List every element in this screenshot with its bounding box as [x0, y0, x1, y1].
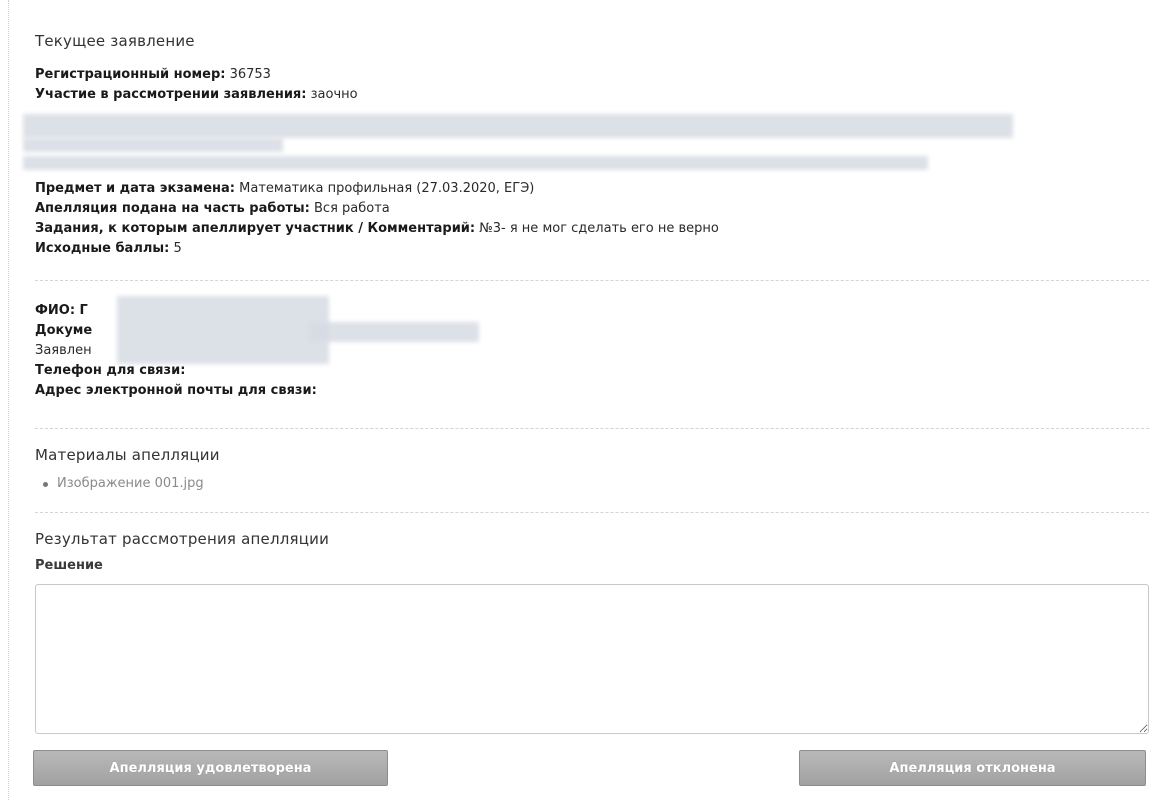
appeal-reject-button[interactable]: Апелляция отклонена — [799, 750, 1146, 786]
result-title: Результат рассмотрения апелляции — [35, 530, 330, 548]
participant-fio: ФИО: Г — [35, 302, 88, 319]
participation-mode-label: Участие в рассмотрении заявления: — [35, 87, 307, 102]
attachment-link[interactable]: Изображение 001.jpg — [57, 476, 204, 491]
exam-subject-date: Предмет и дата экзамена: Математика проф… — [35, 180, 534, 197]
initial-score-label: Исходные баллы: — [35, 241, 170, 256]
registration-number: Регистрационный номер: 36753 — [35, 66, 271, 83]
materials-title: Материалы апелляции — [35, 446, 220, 464]
contact-email: Адрес электронной почты для связи: — [35, 382, 317, 399]
appeal-scope: Апелляция подана на часть работы: Вся ра… — [35, 200, 390, 217]
exam-subject-date-value: Математика профильная (27.03.2020, ЕГЭ) — [235, 181, 535, 196]
section-divider — [35, 512, 1149, 513]
participant-fio-label: ФИО: Г — [35, 303, 88, 318]
participation-mode: Участие в рассмотрении заявления: заочно — [35, 86, 358, 103]
current-application-title: Текущее заявление — [35, 32, 195, 50]
appeal-tasks-comment-value: №3- я не мог сделать его не верно — [475, 221, 719, 236]
decision-textarea[interactable] — [35, 584, 1149, 734]
redacted-block — [23, 114, 1013, 138]
appeal-scope-label: Апелляция подана на часть работы: — [35, 201, 310, 216]
list-item: Изображение 001.jpg — [35, 476, 204, 491]
registration-number-value: 36753 — [225, 67, 271, 82]
contact-phone: Телефон для связи: — [35, 362, 185, 379]
exam-subject-date-label: Предмет и дата экзамена: — [35, 181, 235, 196]
initial-score-value: 5 — [169, 241, 182, 256]
participant-statement: Заявлен — [35, 342, 92, 359]
contact-email-label: Адрес электронной почты для связи: — [35, 383, 317, 398]
redacted-block — [309, 322, 479, 342]
initial-score: Исходные баллы: 5 — [35, 240, 182, 257]
redacted-block — [117, 296, 329, 364]
participation-mode-value: заочно — [306, 87, 358, 102]
appeal-scope-value: Вся работа — [309, 201, 390, 216]
section-divider — [35, 428, 1149, 429]
bullet-icon — [43, 482, 48, 487]
appeal-tasks-comment: Задания, к которым апеллирует участник /… — [35, 220, 719, 237]
participant-document: Докуме — [35, 322, 92, 339]
section-divider — [35, 280, 1149, 281]
appeal-tasks-comment-label: Задания, к которым апеллирует участник /… — [35, 221, 476, 236]
decision-label: Решение — [35, 558, 103, 573]
registration-number-label: Регистрационный номер: — [35, 67, 226, 82]
participant-statement-label: Заявлен — [35, 343, 92, 358]
redacted-block — [23, 138, 283, 152]
contact-phone-label: Телефон для связи: — [35, 363, 186, 378]
redacted-block — [23, 156, 928, 170]
participant-document-label: Докуме — [35, 323, 93, 338]
appeal-form: Текущее заявление Регистрационный номер:… — [8, 0, 1155, 800]
attachment-list: Изображение 001.jpg — [35, 476, 204, 491]
appeal-approve-button[interactable]: Апелляция удовлетворена — [33, 750, 388, 786]
